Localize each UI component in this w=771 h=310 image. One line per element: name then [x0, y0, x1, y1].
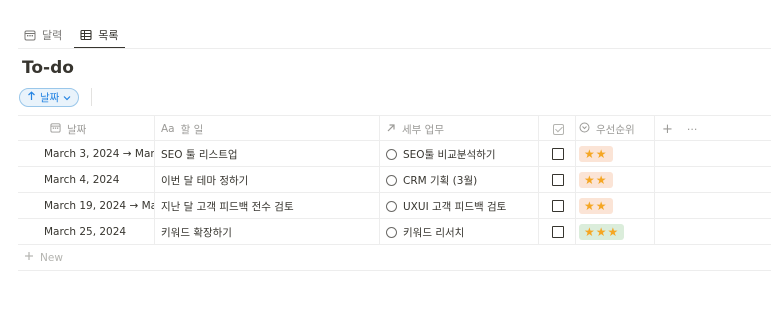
table-icon: [80, 29, 92, 41]
add-property-icon[interactable]: +: [662, 122, 673, 137]
circle-icon: [386, 148, 397, 160]
row-checkbox[interactable]: [552, 200, 564, 212]
page-title: To-do: [22, 58, 74, 78]
new-row-label: New: [40, 251, 63, 264]
row-checkbox-cell[interactable]: [538, 167, 578, 193]
select-property-icon: [579, 122, 590, 136]
row-checkbox-cell[interactable]: [538, 141, 578, 167]
calendar-icon: [50, 122, 61, 136]
circle-icon: [386, 200, 397, 212]
view-tabs: 달력 목록: [18, 22, 125, 49]
row-checkbox-cell[interactable]: [538, 193, 578, 219]
checkbox-property-icon: [552, 123, 564, 135]
sort-chip-label: 날짜: [40, 92, 60, 104]
table-row[interactable]: March 3, 2024 → March SEO 툴 리스트업 SEO툴 비교…: [18, 141, 771, 167]
row-date[interactable]: March 25, 2024: [44, 219, 154, 245]
table-row[interactable]: March 19, 2024 → Mar 지난 달 고객 피드백 전수 검토 U…: [18, 193, 771, 219]
calendar-icon: [24, 29, 36, 41]
column-header-date[interactable]: 날짜: [50, 116, 160, 142]
row-subtask-label: 키워드 리서치: [403, 226, 465, 239]
sort-chip[interactable]: 날짜: [19, 88, 80, 107]
database-table: 날짜 Aa 할 일 세부 업무 우선순위 + ··· March 3, 2024: [18, 115, 771, 271]
row-checkbox[interactable]: [552, 226, 564, 238]
tab-list[interactable]: 목록: [74, 22, 125, 49]
column-header-checkbox[interactable]: [538, 116, 578, 142]
toolbar-divider: [91, 88, 92, 106]
text-property-icon: Aa: [161, 123, 175, 135]
circle-icon: [386, 174, 397, 186]
tab-calendar[interactable]: 달력: [18, 22, 68, 48]
row-priority[interactable]: ★★: [579, 167, 654, 193]
column-header-date-label: 날짜: [67, 123, 87, 136]
priority-tag: ★★: [579, 172, 613, 188]
table-header: 날짜 Aa 할 일 세부 업무 우선순위 + ···: [18, 115, 771, 141]
table-row[interactable]: March 25, 2024 키워드 확장하기 키워드 리서치 ★★★: [18, 219, 771, 245]
row-priority[interactable]: ★★: [579, 193, 654, 219]
priority-tag: ★★: [579, 198, 613, 214]
column-header-subtask[interactable]: 세부 업무: [386, 116, 536, 142]
row-checkbox[interactable]: [552, 174, 564, 186]
row-subtask[interactable]: SEO툴 비교분석하기: [386, 141, 536, 167]
column-header-subtask-label: 세부 업무: [402, 123, 444, 136]
column-header-todo[interactable]: Aa 할 일: [161, 116, 381, 142]
tab-list-label: 목록: [98, 29, 119, 42]
row-priority[interactable]: ★★★: [579, 219, 654, 245]
column-header-actions: + ···: [662, 116, 702, 142]
circle-icon: [386, 226, 397, 238]
row-priority[interactable]: ★★: [579, 141, 654, 167]
relation-arrow-icon: [386, 123, 396, 136]
row-todo[interactable]: SEO 툴 리스트업: [161, 141, 381, 167]
row-subtask-label: SEO툴 비교분석하기: [403, 148, 496, 161]
table-row[interactable]: March 4, 2024 이번 달 테마 정하기 CRM 기획 (3월) ★★: [18, 167, 771, 193]
priority-tag: ★★★: [579, 224, 625, 240]
row-date[interactable]: March 19, 2024 → Mar: [44, 193, 154, 219]
more-options-icon[interactable]: ···: [687, 123, 698, 136]
row-subtask-label: UXUI 고객 피드백 검토: [403, 200, 507, 213]
column-header-todo-label: 할 일: [180, 123, 204, 136]
tab-calendar-label: 달력: [42, 29, 63, 42]
row-todo[interactable]: 지난 달 고객 피드백 전수 검토: [161, 193, 381, 219]
row-date[interactable]: March 4, 2024: [44, 167, 154, 193]
tabs-divider: [18, 48, 771, 49]
row-subtask[interactable]: 키워드 리서치: [386, 219, 536, 245]
arrow-up-icon: [27, 91, 36, 104]
row-checkbox[interactable]: [552, 148, 564, 160]
plus-icon: [24, 251, 34, 264]
row-checkbox-cell[interactable]: [538, 219, 578, 245]
new-row-button[interactable]: New: [18, 245, 771, 271]
row-subtask[interactable]: UXUI 고객 피드백 검토: [386, 193, 536, 219]
row-subtask[interactable]: CRM 기획 (3월): [386, 167, 536, 193]
row-date[interactable]: March 3, 2024 → March: [44, 141, 154, 167]
column-header-priority-label: 우선순위: [596, 123, 635, 136]
chevron-down-icon: [63, 92, 71, 104]
row-todo[interactable]: 이번 달 테마 정하기: [161, 167, 381, 193]
row-todo[interactable]: 키워드 확장하기: [161, 219, 381, 245]
priority-tag: ★★: [579, 146, 613, 162]
column-header-priority[interactable]: 우선순위: [579, 116, 654, 142]
row-subtask-label: CRM 기획 (3월): [403, 174, 478, 187]
